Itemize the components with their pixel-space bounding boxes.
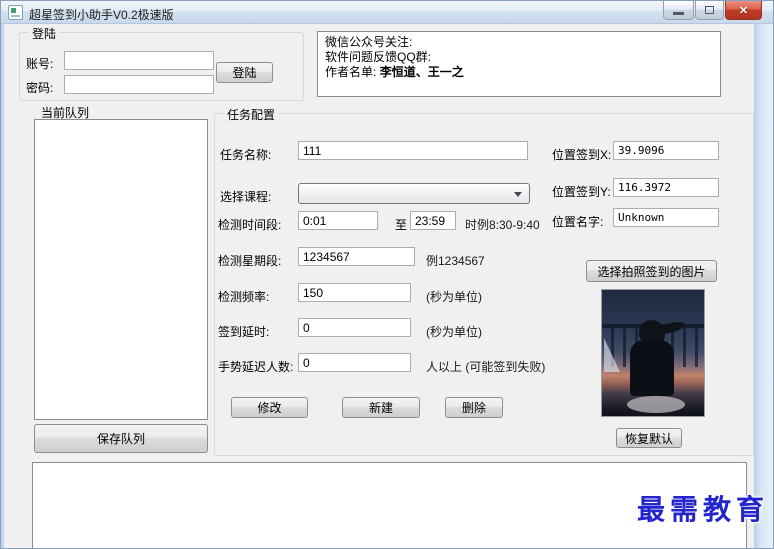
time-range-hint: 时例8:30-9:40 [465, 218, 540, 232]
modify-button-label: 修改 [257, 401, 282, 415]
app-window: 超星签到小助手V0.2极速版 ✕ 登陆 账号: 密码: 登陆 微信公众号关注: … [0, 0, 774, 549]
sign-delay-input[interactable] [298, 318, 411, 337]
frequency-label: 检测频率: [218, 290, 270, 304]
login-button-label: 登陆 [232, 66, 257, 80]
time-from-input[interactable] [298, 211, 378, 230]
app-icon [8, 5, 23, 20]
sign-delay-hint: (秒为单位) [426, 325, 482, 339]
task-config-group: 任务配置 任务名称: 选择课程: 检测时间段: 至 时例8:30-9:40 检测… [214, 106, 754, 456]
week-range-hint: 例1234567 [426, 254, 485, 268]
maximize-icon [705, 6, 714, 14]
select-photo-button[interactable]: 选择拍照签到的图片 [586, 260, 717, 282]
minimize-button[interactable] [663, 1, 694, 20]
create-button[interactable]: 新建 [342, 397, 420, 418]
close-button[interactable]: ✕ [725, 1, 762, 20]
select-photo-button-label: 选择拍照签到的图片 [597, 264, 706, 279]
delete-button-label: 删除 [461, 401, 486, 415]
task-config-group-label: 任务配置 [223, 106, 280, 123]
authors-label: 作者名单: [325, 65, 377, 79]
course-select[interactable] [298, 183, 530, 204]
window-left-border [1, 24, 4, 548]
time-to-input[interactable] [410, 211, 456, 230]
info-line-authors: 作者名单: 李恒道、王一之 [325, 65, 713, 80]
login-button[interactable]: 登陆 [216, 62, 273, 83]
login-group: 登陆 账号: 密码: 登陆 [19, 25, 304, 101]
info-line-qq: 软件问题反馈QQ群: [325, 50, 432, 64]
photo-girl-silhouette [630, 340, 674, 396]
location-name-input[interactable] [613, 208, 719, 227]
account-input[interactable] [64, 51, 214, 70]
restore-default-button[interactable]: 恢复默认 [616, 428, 682, 448]
signin-photo-preview [601, 289, 705, 417]
location-y-label: 位置签到Y: [552, 185, 611, 199]
gesture-delay-label: 手势延迟人数: [218, 360, 294, 374]
restore-default-button-label: 恢复默认 [624, 431, 673, 446]
photo-girl-skirt [627, 396, 685, 414]
window-title: 超星签到小助手V0.2极速版 [29, 8, 174, 22]
queue-listbox[interactable] [34, 119, 208, 420]
delete-button[interactable]: 删除 [445, 397, 503, 418]
account-label: 账号: [26, 57, 54, 71]
modify-button[interactable]: 修改 [231, 397, 308, 418]
gesture-delay-input[interactable] [298, 353, 411, 372]
info-line-wechat: 微信公众号关注: [325, 35, 413, 49]
sign-delay-label: 签到延时: [218, 325, 270, 339]
time-range-label: 检测时间段: [218, 218, 282, 232]
location-name-label: 位置名字: [552, 215, 604, 229]
photo-sail-shape [604, 337, 620, 372]
maximize-button[interactable] [695, 1, 724, 20]
gesture-delay-hint: 人以上 (可能签到失败) [426, 360, 546, 374]
watermark-text: 最需教育 [636, 493, 769, 526]
week-range-input[interactable] [298, 247, 415, 266]
frequency-hint: (秒为单位) [426, 290, 482, 304]
info-box[interactable]: 微信公众号关注: 软件问题反馈QQ群: 作者名单: 李恒道、王一之 [317, 31, 721, 97]
window-right-border [754, 24, 773, 548]
location-x-label: 位置签到X: [552, 148, 612, 162]
minimize-icon [673, 11, 684, 15]
time-to-label: 至 [395, 218, 408, 232]
authors-names: 李恒道、王一之 [379, 65, 464, 79]
close-icon: ✕ [738, 4, 749, 17]
create-button-label: 新建 [368, 401, 393, 415]
password-label: 密码: [26, 81, 54, 95]
location-y-input[interactable] [613, 178, 719, 197]
chevron-down-icon [514, 192, 522, 201]
week-range-label: 检测星期段: [218, 254, 282, 268]
save-queue-button-label: 保存队列 [96, 432, 145, 446]
course-label: 选择课程: [220, 190, 272, 204]
password-input[interactable] [64, 75, 214, 94]
task-name-label: 任务名称: [220, 148, 272, 162]
location-x-input[interactable] [613, 141, 719, 160]
title-bar[interactable]: 超星签到小助手V0.2极速版 ✕ [1, 1, 773, 24]
frequency-input[interactable] [298, 283, 411, 302]
save-queue-button[interactable]: 保存队列 [34, 424, 208, 453]
task-name-input[interactable] [298, 141, 528, 160]
login-group-label: 登陆 [28, 25, 61, 42]
